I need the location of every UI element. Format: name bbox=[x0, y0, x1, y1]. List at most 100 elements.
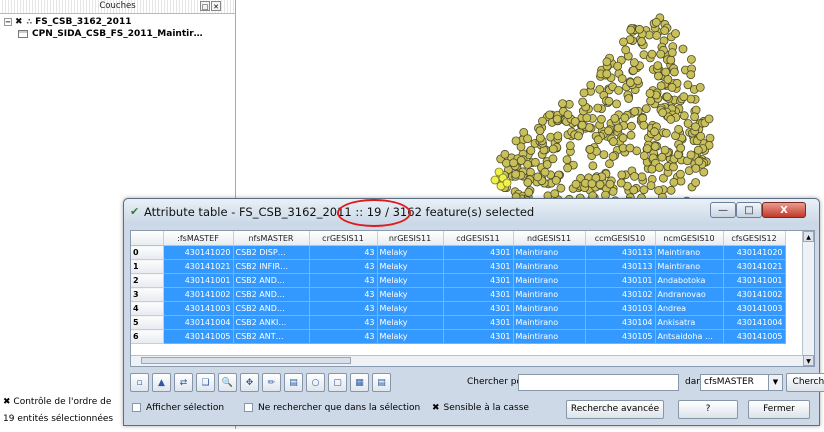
map-feature-point[interactable] bbox=[683, 80, 693, 90]
row-number[interactable]: 6 bbox=[131, 329, 164, 344]
search-input[interactable] bbox=[518, 374, 679, 391]
column-header[interactable]: crGESIS11 bbox=[309, 231, 378, 246]
show-selection-checkbox[interactable]: Afficher sélection bbox=[132, 403, 224, 413]
row-number[interactable]: 2 bbox=[131, 273, 164, 288]
table-cell[interactable]: 430105 bbox=[585, 329, 656, 344]
map-feature-point[interactable] bbox=[645, 89, 655, 98]
selected-feature-point[interactable] bbox=[490, 175, 500, 185]
map-feature-point[interactable] bbox=[545, 110, 555, 120]
table-cell[interactable]: Maintirano bbox=[513, 273, 586, 288]
case-sensitive-checkbox[interactable]: ✖ Sensible à la casse bbox=[432, 403, 529, 413]
selected-feature-point[interactable] bbox=[502, 178, 512, 188]
map-feature-point[interactable] bbox=[699, 167, 709, 177]
map-feature-point[interactable] bbox=[619, 37, 628, 47]
table-cell[interactable]: Melaky bbox=[377, 287, 444, 302]
map-feature-point[interactable] bbox=[573, 131, 583, 141]
map-feature-point[interactable] bbox=[656, 49, 666, 59]
map-feature-point[interactable] bbox=[579, 88, 589, 98]
map-feature-point[interactable] bbox=[629, 58, 639, 67]
horizontal-scrollbar[interactable] bbox=[131, 355, 803, 366]
table-cell[interactable]: 430141004 bbox=[163, 315, 234, 330]
map-feature-point[interactable] bbox=[626, 25, 636, 35]
map-feature-point[interactable] bbox=[617, 170, 627, 180]
row-header-corner[interactable] bbox=[131, 231, 164, 246]
map-feature-point[interactable] bbox=[686, 55, 696, 64]
table-cell[interactable]: 43 bbox=[309, 287, 378, 302]
search-selection-only-checkbox[interactable]: Ne rechercher que dans la sélection bbox=[244, 403, 420, 413]
map-feature-point[interactable] bbox=[669, 177, 679, 187]
table-cell[interactable]: Ankisatra bbox=[655, 315, 724, 330]
map-feature-point[interactable] bbox=[639, 120, 649, 130]
column-header[interactable]: ncmGESIS10 bbox=[655, 231, 724, 246]
table-cell[interactable]: 43 bbox=[309, 315, 378, 330]
table-options-icon[interactable]: ▤ bbox=[372, 373, 391, 392]
pan-to-selection-icon[interactable]: ✥ bbox=[240, 373, 259, 392]
map-feature-point[interactable] bbox=[500, 149, 510, 159]
map-feature-point[interactable] bbox=[565, 141, 575, 151]
table-cell[interactable]: Melaky bbox=[377, 245, 444, 260]
advanced-search-button[interactable]: Recherche avancée bbox=[566, 400, 664, 419]
map-feature-point[interactable] bbox=[666, 115, 676, 124]
map-feature-point[interactable] bbox=[626, 130, 636, 140]
table-row[interactable]: 5 430141004 CSB2 ANKI… 43 Melaky 4301 Maintira… bbox=[131, 315, 786, 330]
table-cell[interactable]: 430104 bbox=[585, 315, 656, 330]
map-feature-point[interactable] bbox=[625, 78, 635, 87]
map-feature-point[interactable] bbox=[530, 157, 540, 167]
close-button[interactable]: Fermer bbox=[748, 400, 810, 419]
attribute-table-grid[interactable]: :fsMASTEF nfsMASTER crGESIS11 nrGESIS11 cdGE… bbox=[130, 230, 815, 367]
layer-item-fs-csb[interactable]: − ✖ ∴ FS_CSB_3162_2011 bbox=[4, 16, 131, 28]
table-cell[interactable]: Melaky bbox=[377, 315, 444, 330]
map-feature-point[interactable] bbox=[651, 17, 661, 27]
map-feature-point[interactable] bbox=[588, 161, 598, 171]
zoom-to-selection-icon[interactable]: 🔍 bbox=[218, 373, 237, 392]
column-header[interactable]: ndGESIS11 bbox=[513, 231, 586, 246]
table-cell[interactable]: 430141001 bbox=[163, 273, 234, 288]
row-number[interactable]: 3 bbox=[131, 287, 164, 302]
toggle-edit-icon[interactable]: ✏ bbox=[262, 373, 281, 392]
table-cell[interactable]: 430141003 bbox=[163, 301, 234, 316]
map-feature-point[interactable] bbox=[608, 151, 618, 161]
map-feature-point[interactable] bbox=[613, 61, 623, 71]
map-feature-point[interactable] bbox=[653, 61, 663, 70]
delete-features-icon[interactable]: ▤ bbox=[284, 373, 303, 392]
map-feature-point[interactable] bbox=[620, 113, 630, 123]
table-row[interactable]: 2 430141001 CSB2 AND… 43 Melaky 4301 Maintiran… bbox=[131, 273, 786, 288]
table-cell[interactable]: 430141020 bbox=[163, 245, 234, 260]
map-feature-point[interactable] bbox=[511, 169, 521, 179]
map-feature-point[interactable] bbox=[509, 158, 519, 168]
map-feature-point[interactable] bbox=[593, 135, 603, 145]
map-feature-point[interactable] bbox=[605, 179, 615, 189]
map-feature-point[interactable] bbox=[663, 75, 673, 84]
column-header[interactable]: cdGESIS11 bbox=[443, 231, 514, 246]
map-feature-point[interactable] bbox=[666, 185, 676, 195]
map-feature-point[interactable] bbox=[667, 48, 677, 57]
map-feature-point[interactable] bbox=[666, 55, 676, 65]
table-cell[interactable]: CSB2 AND… bbox=[233, 273, 310, 288]
map-feature-point[interactable] bbox=[650, 127, 659, 137]
row-number[interactable]: 4 bbox=[131, 301, 164, 316]
table-cell[interactable]: 430141005 bbox=[163, 329, 234, 344]
map-feature-point[interactable] bbox=[533, 172, 543, 182]
map-feature-point[interactable] bbox=[661, 67, 671, 77]
table-cell[interactable]: Andabotoka bbox=[655, 273, 724, 288]
table-cell[interactable]: 4301 bbox=[443, 259, 514, 274]
table-cell[interactable]: 430101 bbox=[585, 273, 656, 288]
map-feature-point[interactable] bbox=[639, 185, 649, 195]
map-feature-point[interactable] bbox=[693, 145, 703, 155]
map-feature-point[interactable] bbox=[605, 159, 614, 169]
table-cell[interactable]: Maintirano bbox=[513, 287, 586, 302]
map-feature-point[interactable] bbox=[691, 122, 700, 132]
table-cell[interactable]: Melaky bbox=[377, 259, 444, 274]
map-feature-point[interactable] bbox=[596, 114, 606, 124]
map-feature-point[interactable] bbox=[639, 151, 649, 161]
map-feature-point[interactable] bbox=[612, 99, 622, 109]
map-feature-point[interactable] bbox=[650, 142, 660, 151]
table-cell[interactable]: CSB2 DISP… bbox=[233, 245, 310, 260]
table-cell[interactable]: CSB2 AND… bbox=[233, 287, 310, 302]
checkbox-icon[interactable] bbox=[244, 403, 253, 412]
map-feature-point[interactable] bbox=[613, 123, 623, 133]
map-feature-point[interactable] bbox=[593, 103, 603, 113]
map-feature-point[interactable] bbox=[571, 179, 581, 189]
table-cell[interactable]: 4301 bbox=[443, 287, 514, 302]
table-cell[interactable]: 430141002 bbox=[723, 287, 786, 302]
